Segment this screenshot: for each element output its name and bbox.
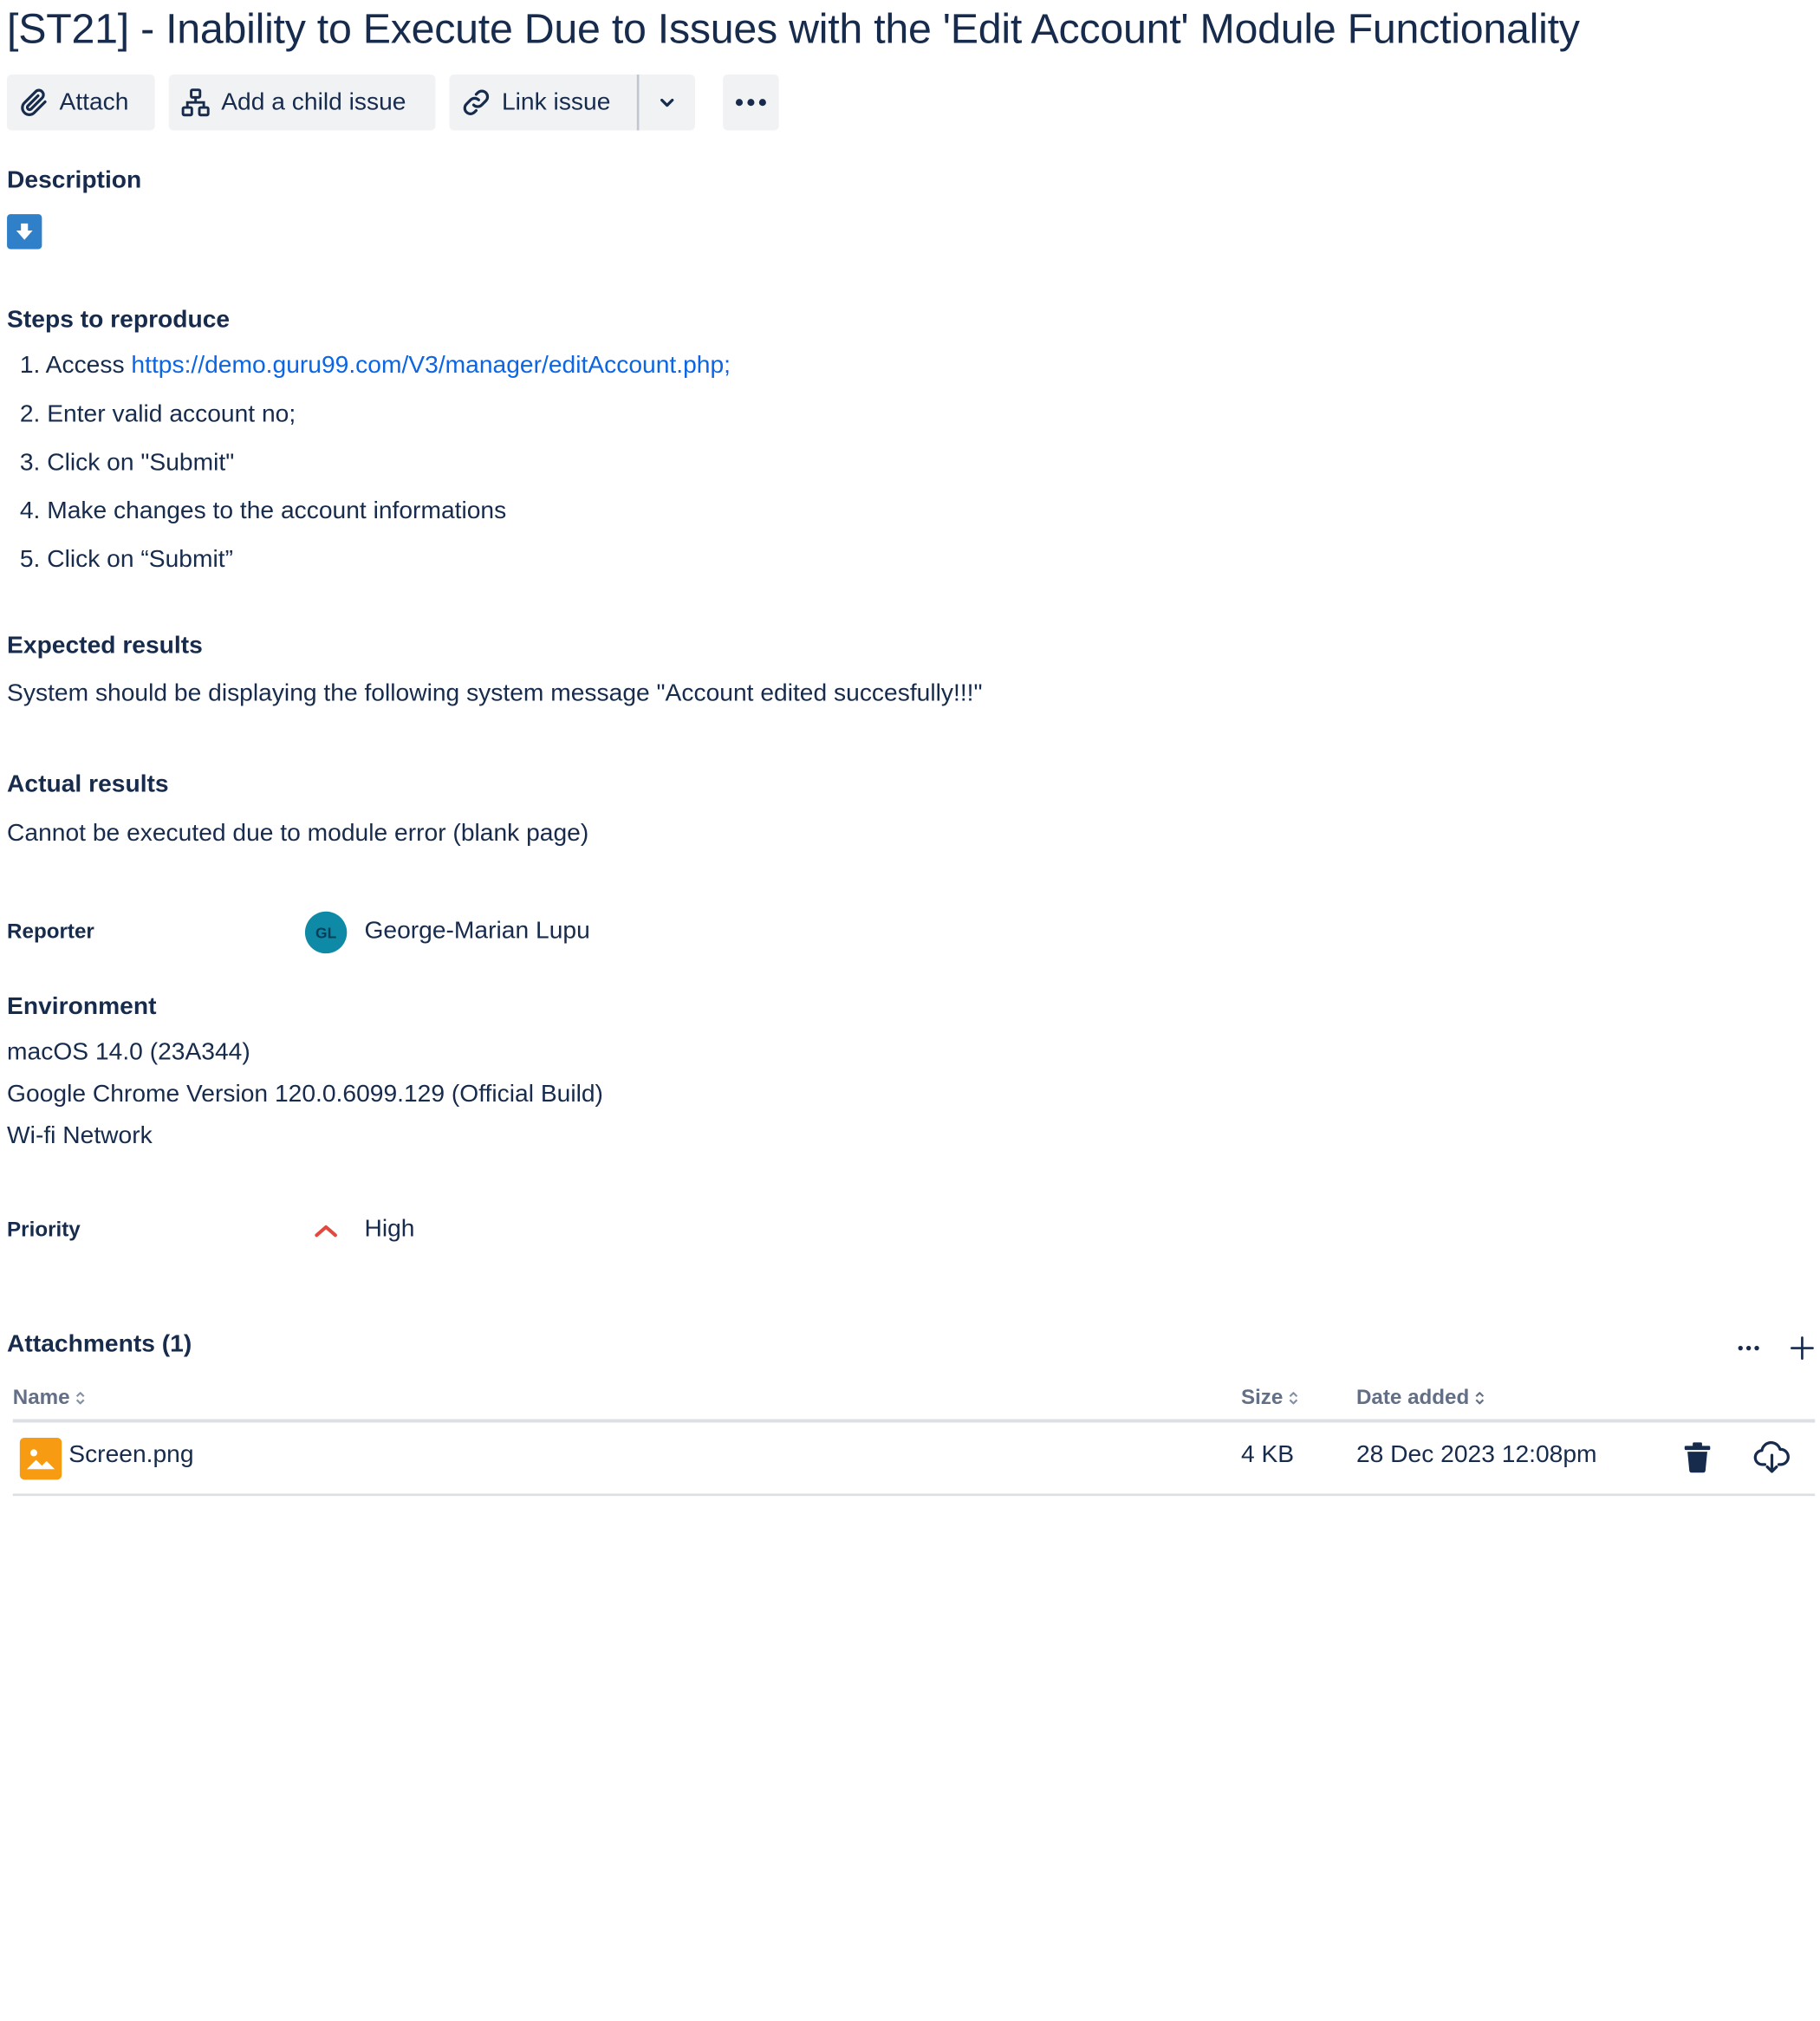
column-header-label: Name <box>12 1385 70 1409</box>
step-text: Access <box>45 351 132 379</box>
sort-icon <box>75 1391 85 1404</box>
list-item: 4. Make changes to the account informati… <box>20 495 731 543</box>
list-item: 5. Click on “Submit” <box>20 544 731 593</box>
column-header-label: Size <box>1240 1385 1284 1409</box>
priority-value[interactable]: High <box>364 1215 414 1243</box>
attachments-heading: Attachments (1) <box>7 1330 192 1358</box>
hierarchy-icon <box>179 86 212 119</box>
paperclip-icon <box>17 86 50 119</box>
step-number: 5. <box>19 546 41 574</box>
environment-line: Wi-fi Network <box>7 1121 153 1149</box>
trash-icon <box>1684 1442 1711 1473</box>
step-text: Click on “Submit” <box>47 546 233 574</box>
column-header-name[interactable]: Name <box>13 1386 87 1410</box>
edit-account-link[interactable]: https://demo.guru99.com/V3/manager/editA… <box>131 352 731 379</box>
step-text: Enter valid account no; <box>47 400 296 427</box>
expected-results-text: System should be displaying the followin… <box>7 679 983 707</box>
table-header-divider <box>12 1419 1816 1423</box>
more-actions-button[interactable] <box>723 74 779 131</box>
priority-label: Priority <box>7 1218 81 1241</box>
step-number: 3. <box>19 448 41 476</box>
add-child-issue-label: Add a child issue <box>221 88 406 115</box>
list-item: 2. Enter valid account no; <box>20 398 731 446</box>
steps-list: 1. Access https://demo.guru99.com/V3/man… <box>20 349 731 593</box>
add-child-issue-button[interactable]: Add a child issue <box>168 74 436 131</box>
step-text: Make changes to the account informations <box>47 497 507 525</box>
column-header-date[interactable]: Date added <box>1356 1386 1485 1410</box>
image-file-icon <box>19 1437 62 1480</box>
step-number: 4. <box>19 497 41 525</box>
column-header-label: Date added <box>1355 1385 1470 1409</box>
attachment-size: 4 KB <box>1240 1441 1295 1468</box>
list-item: 1. Access https://demo.guru99.com/V3/man… <box>20 349 731 398</box>
sort-icon <box>1289 1391 1298 1404</box>
attachment-name[interactable]: Screen.png <box>68 1441 193 1469</box>
download-attachment-button[interactable] <box>1753 1439 1791 1476</box>
step-text: Click on "Submit" <box>47 448 235 476</box>
download-arrow-icon <box>7 214 42 250</box>
avatar[interactable]: GL <box>304 911 348 954</box>
link-icon <box>460 86 493 119</box>
issue-title[interactable]: [ST21] - Inability to Execute Due to Iss… <box>7 4 1580 53</box>
column-header-size[interactable]: Size <box>1241 1386 1299 1410</box>
link-issue-button[interactable]: Link issue <box>449 74 637 131</box>
environment-heading: Environment <box>7 992 157 1020</box>
link-issue-dropdown-button[interactable] <box>639 74 695 131</box>
actual-results-text: Cannot be executed due to module error (… <box>7 819 589 847</box>
environment-line: Google Chrome Version 120.0.6099.129 (Of… <box>7 1080 603 1108</box>
chevron-down-icon <box>660 98 674 107</box>
more-horizontal-icon <box>1738 1345 1759 1351</box>
more-horizontal-icon <box>735 99 766 107</box>
environment-line: macOS 14.0 (23A344) <box>7 1038 250 1066</box>
expected-results-heading: Expected results <box>7 632 203 660</box>
reporter-label: Reporter <box>7 920 94 944</box>
list-item: 3. Click on "Submit" <box>20 446 731 495</box>
attach-button[interactable]: Attach <box>7 74 155 131</box>
add-attachment-button[interactable] <box>1786 1332 1819 1365</box>
sort-icon <box>1475 1391 1485 1404</box>
link-issue-label: Link issue <box>501 88 611 115</box>
cloud-download-icon <box>1753 1441 1790 1473</box>
steps-heading: Steps to reproduce <box>7 306 231 334</box>
delete-attachment-button[interactable] <box>1679 1439 1716 1476</box>
plus-icon <box>1790 1336 1814 1360</box>
table-row-divider <box>12 1493 1816 1497</box>
attachment-date: 28 Dec 2023 12:08pm <box>1355 1441 1597 1468</box>
step-number: 1. <box>19 351 41 379</box>
description-heading: Description <box>7 166 142 193</box>
actual-results-heading: Actual results <box>7 770 169 798</box>
priority-high-icon <box>312 1218 340 1242</box>
attachments-more-button[interactable] <box>1732 1332 1765 1365</box>
attach-label: Attach <box>59 88 129 115</box>
reporter-name[interactable]: George-Marian Lupu <box>364 918 589 946</box>
step-number: 2. <box>19 400 41 427</box>
issue-page: [ST21] - Inability to Execute Due to Iss… <box>0 0 1820 2021</box>
